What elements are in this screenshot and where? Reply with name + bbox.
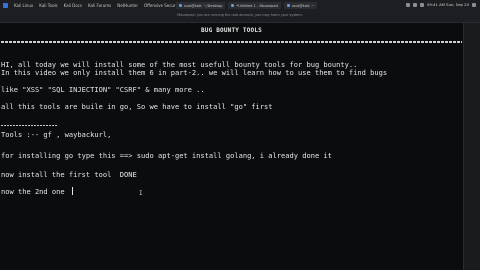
volume-icon[interactable] <box>412 2 417 7</box>
menu-item[interactable]: Kali Linux <box>14 3 33 8</box>
editor-window[interactable]: BUG BOUNTY TOOLS HI, all today we will i… <box>0 23 464 270</box>
system-tray: 09:41 AM Sun, Sep 20 <box>405 2 476 7</box>
text-line: like "XSS" "SQL INJECTION" "CSRF" & many… <box>1 85 205 94</box>
text-caret <box>72 187 73 195</box>
text-line: for installing go type this ==> sudo apt… <box>1 151 332 160</box>
document-title: BUG BOUNTY TOOLS <box>201 27 262 34</box>
panel-menu: Kali Linux Kali Tools Kali Docs Kali For… <box>3 3 181 8</box>
menu-item[interactable]: Kali Forums <box>88 3 111 8</box>
terminal-icon <box>286 4 290 7</box>
power-icon[interactable] <box>472 2 476 7</box>
taskbar-window-label: root@kali: ~ <box>291 3 315 8</box>
taskbar-window-label: *Untitled 1 - Mousepad <box>236 3 278 8</box>
text-cursor-icon: I <box>139 190 143 197</box>
root-warning-notice: Mousepad: you are running the root accou… <box>177 13 303 17</box>
clock[interactable]: 09:41 AM Sun, Sep 20 <box>427 2 469 7</box>
text-line: all this tools are buile in go, So we ha… <box>1 102 273 111</box>
text-line: now install the first tool DONE <box>1 170 137 179</box>
taskbar-window-mousepad[interactable]: *Untitled 1 - Mousepad <box>228 2 281 9</box>
menu-item[interactable]: Kali Docs <box>64 3 82 8</box>
kali-menu-icon[interactable] <box>3 3 8 8</box>
text-line: now the 2nd one <box>1 187 65 196</box>
divider <box>1 125 57 126</box>
taskbar-window-label: root@kali: ~/Desktop <box>184 3 223 8</box>
editor-icon <box>231 4 235 7</box>
scrollbar[interactable] <box>464 23 480 270</box>
text-line: Tools :-- gf , waybackurl, <box>1 130 112 139</box>
divider <box>1 41 462 43</box>
network-icon[interactable] <box>405 2 410 7</box>
taskbar-window-root-terminal[interactable]: root@kali: ~ <box>283 2 318 9</box>
taskbar-windows: root@kali: ~/Desktop *Untitled 1 - Mouse… <box>176 2 318 9</box>
top-panel: Kali Linux Kali Tools Kali Docs Kali For… <box>0 0 480 23</box>
terminal-icon <box>179 4 182 7</box>
text-line: In this video we only install them 6 in … <box>1 68 388 77</box>
battery-icon[interactable] <box>419 2 424 7</box>
taskbar-window-terminal[interactable]: root@kali: ~/Desktop <box>176 2 226 9</box>
menu-item[interactable]: NetHunter <box>117 3 138 8</box>
menu-item[interactable]: Kali Tools <box>39 3 57 8</box>
